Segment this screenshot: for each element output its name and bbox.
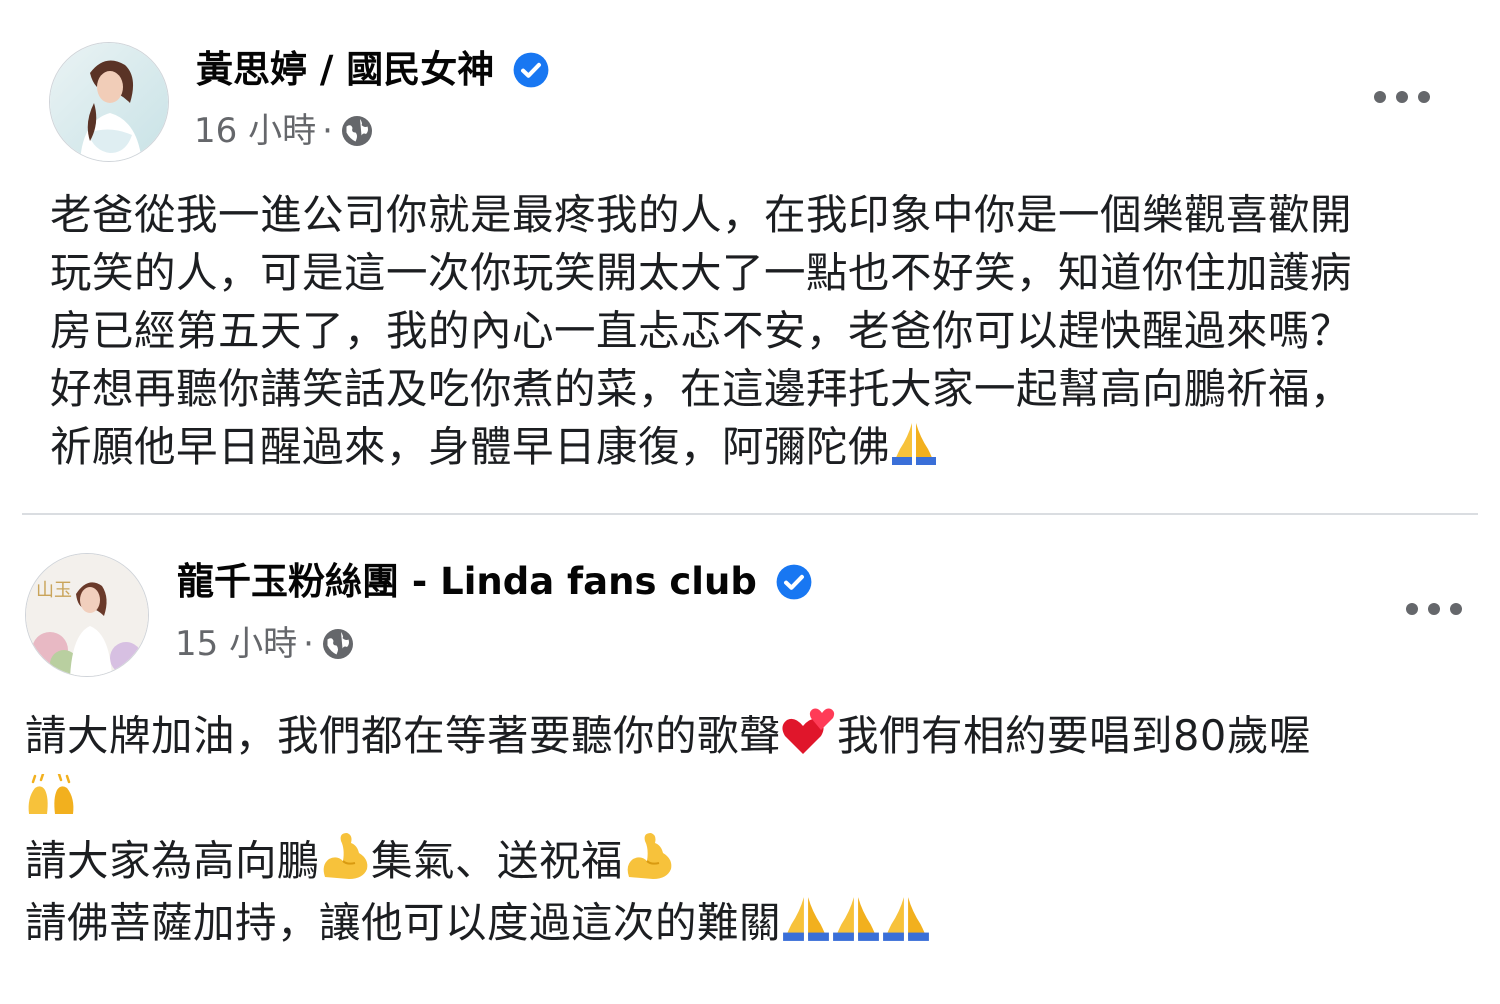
meta-separator: ·	[303, 624, 314, 664]
post-meta: 16 小時 ·	[194, 111, 375, 151]
author-name-row: 黃思婷 / 國民女神	[196, 47, 550, 93]
post-text-line	[25, 767, 1465, 829]
more-dot	[1396, 91, 1408, 103]
more-dot	[1450, 603, 1462, 615]
author-name[interactable]: 黃思婷 / 國民女神	[196, 47, 494, 93]
post-text-line: 房已經第五天了，我的內心一直忐忑不安，老爸你可以趕快醒過來嗎？	[50, 306, 1353, 355]
folded-hands-emoji-icon	[833, 897, 879, 941]
post-text-segment: 請大家為高向鵬	[25, 836, 320, 885]
flexed-biceps-emoji-icon	[323, 833, 368, 879]
more-dot	[1428, 603, 1440, 615]
globe-icon	[341, 116, 372, 146]
flexed-biceps-emoji-icon	[627, 833, 672, 879]
author-name[interactable]: 龍千玉粉絲團 - Linda fans club	[177, 559, 757, 605]
author-avatar[interactable]: 山玉	[25, 553, 149, 677]
more-dot	[1374, 91, 1386, 103]
post-text-line-last: 祈願他早日醒過來，身體早日康復，阿彌陀佛	[50, 418, 1460, 476]
post-text-segment: 集氣、送祝福	[371, 836, 624, 885]
post-card: 黃思婷 / 國民女神 16 小時 · 老爸從我一進公司你就是最疼我的人，在我印象…	[0, 0, 1500, 505]
post-body: 老爸從我一進公司你就是最疼我的人，在我印象中你是一個樂觀喜歡開 玩笑的人，可是這…	[50, 186, 1460, 476]
post-text-line: 請大家為高向鵬 集氣、送祝福	[25, 829, 1465, 892]
two-hearts-emoji-icon	[782, 708, 835, 754]
author-name-row: 龍千玉粉絲團 - Linda fans club	[177, 559, 813, 605]
folded-hands-emoji-icon	[892, 423, 937, 465]
post-card: 山玉 龍千玉粉絲團 - Linda fans club 15 小時 · 請大牌加…	[0, 515, 1500, 1004]
post-text-line: 好想再聽你講笑話及吃你煮的菜，在這邊拜托大家一起幫高向鵬祈福，	[50, 364, 1353, 413]
verified-badge-icon	[513, 52, 549, 88]
post-text-line: 祈願他早日醒過來，身體早日康復，阿彌陀佛	[50, 422, 891, 471]
folded-hands-emoji-icon	[883, 897, 929, 941]
folded-hands-emoji-icon	[783, 897, 829, 941]
post-text-segment: 我們有相約要唱到80歲喔	[837, 711, 1311, 760]
post-timestamp[interactable]: 15 小時	[175, 624, 297, 664]
author-avatar[interactable]	[49, 42, 169, 162]
post-timestamp[interactable]: 16 小時	[194, 111, 316, 151]
post-text-line: 玩笑的人，可是這一次你玩笑開太大了一點也不好笑，知道你住加護病	[50, 248, 1353, 297]
post-text-line: 請大牌加油，我們都在等著要聽你的歌聲 我們有相約要唱到80歲喔	[25, 704, 1465, 767]
svg-text:山玉: 山玉	[36, 580, 72, 601]
more-dot	[1418, 91, 1430, 103]
post-text-line: 老爸從我一進公司你就是最疼我的人，在我印象中你是一個樂觀喜歡開	[50, 190, 1353, 239]
post-body: 請大牌加油，我們都在等著要聽你的歌聲 我們有相約要唱到80歲喔 請大家為高向鵬 集氣…	[25, 704, 1465, 954]
more-options-button[interactable]	[1406, 591, 1462, 627]
post-text-segment: 請佛菩薩加持，讓他可以度過這次的難關	[25, 898, 782, 947]
globe-icon	[322, 629, 353, 659]
meta-separator: ·	[322, 111, 333, 151]
verified-badge-icon	[776, 564, 812, 600]
post-meta: 15 小時 ·	[175, 624, 356, 664]
post-text-line: 請佛菩薩加持，讓他可以度過這次的難關	[25, 892, 1465, 954]
more-dot	[1406, 603, 1418, 615]
more-options-button[interactable]	[1374, 79, 1430, 115]
post-text-segment: 請大牌加油，我們都在等著要聽你的歌聲	[25, 711, 782, 760]
raising-hands-emoji-icon	[28, 774, 74, 814]
